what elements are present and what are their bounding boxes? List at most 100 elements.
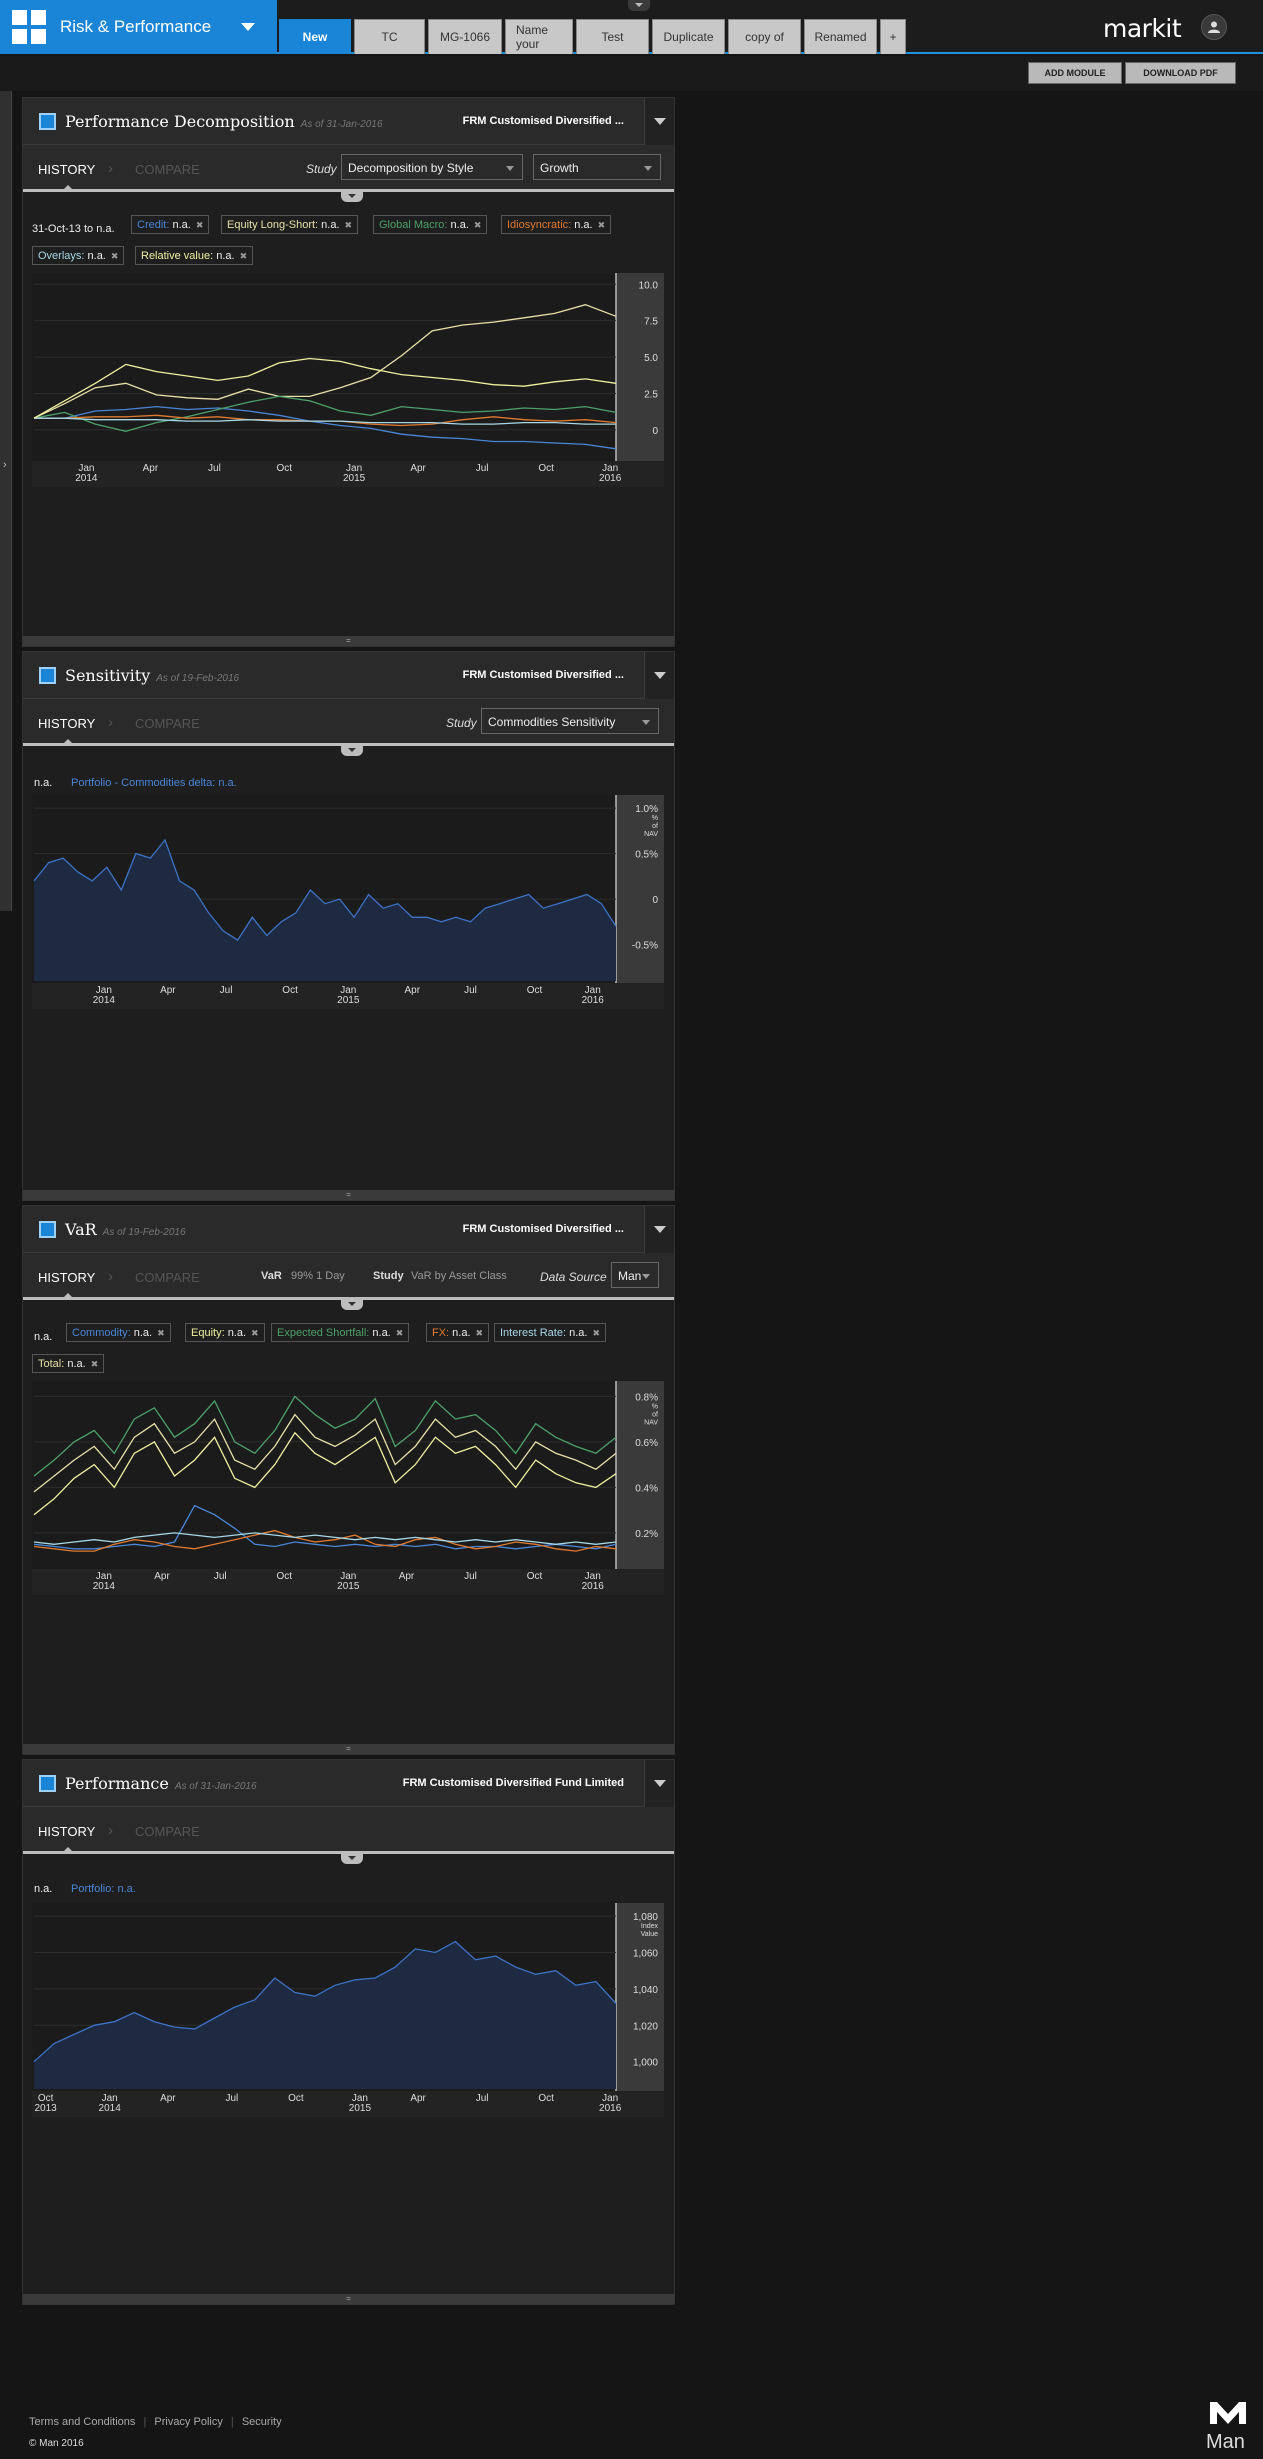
remove-chip-icon[interactable]: ✖ [157, 1328, 165, 1338]
collapse-subheader-handle[interactable] [341, 1300, 363, 1310]
remove-chip-icon[interactable]: ✖ [240, 251, 248, 261]
tab-mg-1066[interactable]: MG-1066 [428, 19, 502, 54]
divider: | [143, 2416, 147, 2428]
series-chip[interactable]: Credit: n.a. ✖ [131, 215, 210, 234]
x-tick-year: 2016 [582, 1581, 605, 1592]
study-label: Study [373, 1270, 404, 1282]
compare-tab[interactable]: COMPARE [135, 162, 200, 177]
y-tick-label: 0.5% [635, 850, 658, 861]
download-pdf-button[interactable]: DOWNLOAD PDF [1125, 62, 1236, 84]
y-tick-label: 0.4% [635, 1483, 658, 1494]
performance-chart: 1,080 1,060 1,040 1,020 1,000 Index Value Oct 20… [32, 1903, 664, 2122]
module-menu-button[interactable] [644, 98, 674, 145]
remove-chip-icon[interactable]: ✖ [396, 1328, 404, 1338]
divider: | [230, 2416, 234, 2428]
remove-chip-icon[interactable]: ✖ [91, 1359, 99, 1369]
remove-chip-icon[interactable]: ✖ [111, 251, 119, 261]
terms-link[interactable]: Terms and Conditions [29, 2416, 135, 2428]
collapse-header-handle[interactable] [628, 0, 650, 11]
chip-label: Interest Rate: [500, 1327, 570, 1339]
x-tick-label: Jul [476, 2093, 489, 2104]
series-chip[interactable]: Total: n.a. ✖ [32, 1354, 105, 1373]
series-chip[interactable]: Interest Rate: n.a. ✖ [494, 1323, 606, 1342]
chip-value: n.a. [216, 250, 235, 262]
study-select[interactable]: Decomposition by Style [341, 154, 523, 180]
x-tick-label: Oct [288, 2093, 304, 2104]
compare-tab[interactable]: COMPARE [135, 1270, 200, 1285]
resize-handle[interactable]: = [23, 1744, 674, 1754]
data-source-select[interactable]: Man [611, 1262, 659, 1288]
legend-series-name: Portfolio: [71, 1883, 115, 1895]
tab-duplicate[interactable]: Duplicate [652, 19, 725, 54]
resize-handle[interactable]: = [23, 2294, 674, 2304]
privacy-link[interactable]: Privacy Policy [154, 2416, 222, 2428]
module-menu-button[interactable] [644, 1760, 674, 1807]
tab-test[interactable]: Test [576, 19, 649, 54]
remove-chip-icon[interactable]: ✖ [251, 1328, 259, 1338]
resize-handle[interactable]: = [23, 636, 674, 646]
series-chip[interactable]: FX: n.a. ✖ [426, 1323, 490, 1342]
date-range: 31-Oct-13 to n.a. [32, 223, 115, 235]
series-chip[interactable]: Idiosyncratic: n.a. ✖ [501, 215, 612, 234]
chip-value: n.a. [574, 219, 593, 231]
y-tick-label: 1,000 [633, 2058, 658, 2069]
remove-chip-icon[interactable]: ✖ [598, 220, 606, 230]
module-menu-button[interactable] [644, 1206, 674, 1253]
history-tab[interactable]: HISTORY [38, 1270, 95, 1285]
collapse-subheader-handle[interactable] [341, 1854, 363, 1864]
module-menu-button[interactable] [644, 652, 674, 699]
chip-label: Equity: [191, 1327, 228, 1339]
left-panel-toggle[interactable]: › [0, 91, 12, 911]
y-unit-label: NAV [644, 831, 658, 838]
remove-chip-icon[interactable]: ✖ [196, 220, 204, 230]
tab-copy-of[interactable]: copy of [728, 19, 801, 54]
module-select-checkbox[interactable] [39, 1221, 56, 1238]
series-chip[interactable]: Equity: n.a. ✖ [185, 1323, 265, 1342]
tab-tc[interactable]: TC [354, 19, 425, 54]
collapse-subheader-handle[interactable] [341, 192, 363, 202]
series-chip[interactable]: Global Macro: n.a. ✖ [373, 215, 488, 234]
series-chip[interactable]: Expected Shortfall: n.a. ✖ [271, 1323, 410, 1342]
module-subheader: HISTORY › COMPARE [23, 1807, 674, 1854]
compare-tab[interactable]: COMPARE [135, 1824, 200, 1839]
mode-select[interactable]: Growth [533, 154, 661, 180]
tab-new[interactable]: New [279, 19, 351, 54]
add-module-button[interactable]: ADD MODULE [1028, 62, 1122, 84]
module-select-checkbox[interactable] [39, 667, 56, 684]
module-title-text: Performance [65, 1774, 169, 1793]
remove-chip-icon[interactable]: ✖ [345, 220, 353, 230]
remove-chip-icon[interactable]: ✖ [476, 1328, 484, 1338]
series-chip[interactable]: Relative value: n.a. ✖ [135, 246, 254, 265]
fund-name: FRM Customised Diversified Fund Limited [402, 1777, 624, 1789]
x-tick-label: Oct [276, 463, 292, 474]
collapse-subheader-handle[interactable] [341, 746, 363, 756]
module-select-checkbox[interactable] [39, 1775, 56, 1792]
security-link[interactable]: Security [242, 2416, 282, 2428]
sensitivity-chart: 1.0% 0.5% 0 -0.5%% of NAV Jan 2014 Apr Jul Oct Jan 2… [32, 795, 664, 1014]
compare-tab[interactable]: COMPARE [135, 716, 200, 731]
add-tab-button[interactable]: + [880, 19, 906, 54]
app-menu-button[interactable]: Risk & Performance [0, 0, 277, 54]
study-select[interactable]: Commodities Sensitivity [481, 708, 659, 734]
remove-chip-icon[interactable]: ✖ [474, 220, 482, 230]
series-chip[interactable]: Equity Long-Short: n.a. ✖ [221, 215, 359, 234]
remove-chip-icon[interactable]: ✖ [592, 1328, 600, 1338]
history-tab[interactable]: HISTORY [38, 1824, 95, 1839]
sensitivity-module: Sensitivity As of 19-Feb-2016 FRM Customi… [22, 651, 675, 1201]
series-chip[interactable]: Overlays: n.a. ✖ [32, 246, 125, 265]
tab-name-your[interactable]: Name your [505, 19, 573, 54]
active-tab-indicator [62, 1847, 74, 1853]
history-tab[interactable]: HISTORY [38, 162, 95, 177]
chip-label: Equity Long-Short: [227, 219, 322, 231]
module-select-checkbox[interactable] [39, 113, 56, 130]
user-icon[interactable] [1201, 14, 1227, 40]
series-chip[interactable]: Commodity: n.a. ✖ [66, 1323, 171, 1342]
y-unit-label: of [652, 823, 658, 830]
tab-renamed[interactable]: Renamed [804, 19, 877, 54]
chevron-down-icon [241, 23, 255, 31]
var-module: VaR As of 19-Feb-2016 FRM Customised Dive… [22, 1205, 675, 1755]
resize-handle[interactable]: = [23, 1190, 674, 1200]
history-tab[interactable]: HISTORY [38, 716, 95, 731]
module-subheader: HISTORY › COMPARE VaR 99% 1 Day Study Va… [23, 1253, 674, 1300]
legend-value: n.a. [34, 777, 53, 789]
